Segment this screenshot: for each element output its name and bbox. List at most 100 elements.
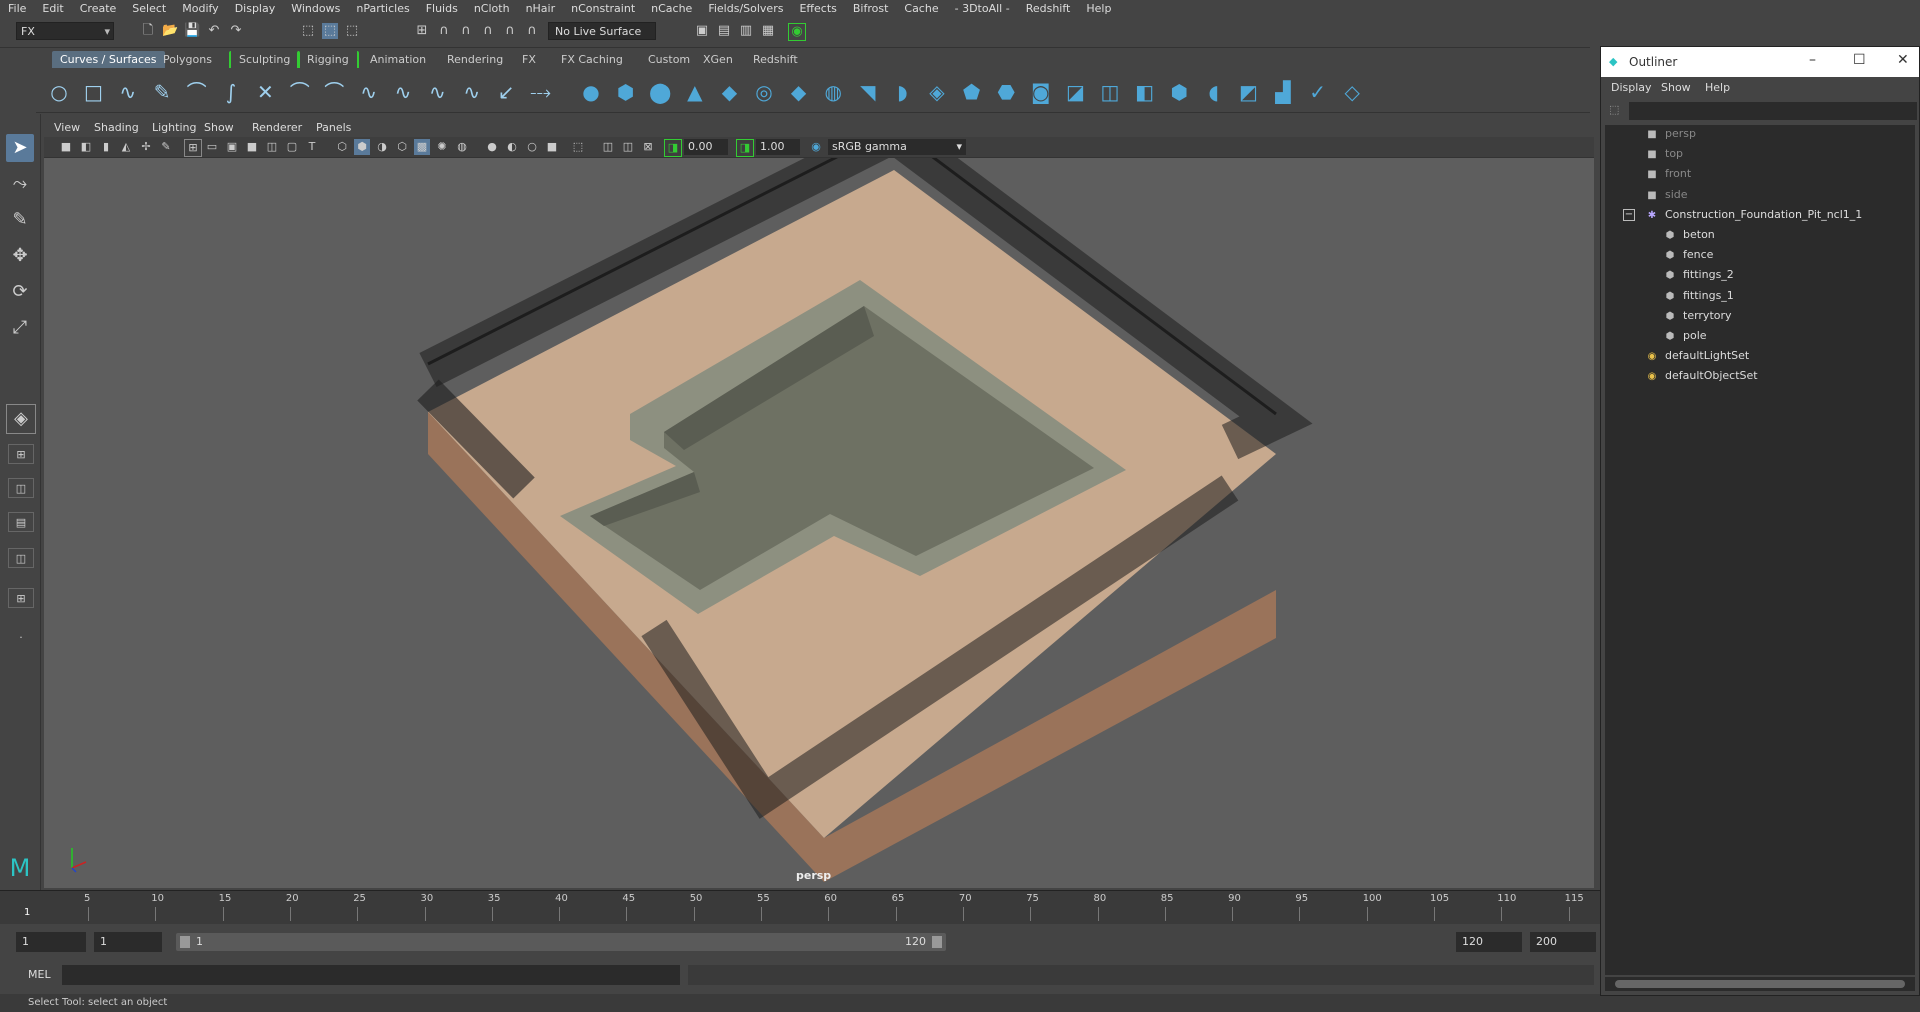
- intersect-icon[interactable]: ◇: [1339, 79, 1365, 105]
- shelf-tab-rigging[interactable]: Rigging: [297, 51, 359, 68]
- outliner-layout-icon[interactable]: ▤: [8, 512, 34, 532]
- outliner-menu-show[interactable]: Show: [1661, 81, 1691, 94]
- shelf-tab-custom[interactable]: Custom: [640, 51, 698, 68]
- exposure-field[interactable]: 0.00: [684, 139, 728, 155]
- bezier-curve-icon[interactable]: ∫: [218, 79, 244, 105]
- boundary-icon[interactable]: ⬣: [993, 79, 1019, 105]
- offset-curve-icon[interactable]: ⤏: [528, 79, 554, 105]
- maximize-icon[interactable]: ☐: [1853, 52, 1866, 68]
- camera-icon[interactable]: ■: [58, 139, 74, 155]
- ep-curve-icon[interactable]: ∿: [115, 79, 141, 105]
- nurbs-cylinder-icon[interactable]: ⬤: [647, 79, 673, 105]
- playback-end-field[interactable]: 120: [1456, 932, 1522, 952]
- detach-curve-icon[interactable]: ∿: [390, 79, 416, 105]
- nurbs-torus-icon[interactable]: ◎: [751, 79, 777, 105]
- save-scene-icon[interactable]: 💾: [184, 23, 200, 39]
- project-curve-icon[interactable]: ✓: [1305, 79, 1331, 105]
- trim-icon[interactable]: ◖: [1201, 79, 1227, 105]
- scrollbar-thumb[interactable]: [1615, 980, 1905, 988]
- minimize-icon[interactable]: –: [1809, 52, 1816, 68]
- xray-icon[interactable]: ◫: [600, 139, 616, 155]
- outliner-item[interactable]: ⬢ fittings_1: [1663, 287, 1734, 305]
- planar-icon[interactable]: ◥: [855, 79, 881, 105]
- revolve-icon[interactable]: ◆: [786, 79, 812, 105]
- grid-icon[interactable]: ⊞: [184, 139, 202, 157]
- smooth-shade-icon[interactable]: ⬢: [354, 139, 370, 155]
- two-point-arc-icon[interactable]: ⌒: [287, 79, 313, 105]
- close-icon[interactable]: ✕: [1897, 52, 1909, 68]
- panel-menu-show[interactable]: Show: [204, 121, 234, 134]
- arc-curve-icon[interactable]: ✕: [252, 79, 278, 105]
- outliner-item[interactable]: ⬢ fittings_2: [1663, 266, 1734, 284]
- playback-start-field[interactable]: 1: [94, 932, 162, 952]
- square-curve-icon[interactable]: □: [80, 79, 106, 105]
- panel-menu-panels[interactable]: Panels: [316, 121, 351, 134]
- safe-title-icon[interactable]: T: [304, 139, 320, 155]
- exposure-toggle-icon[interactable]: ◨: [664, 139, 682, 157]
- live-surface-field[interactable]: No Live Surface: [548, 22, 656, 40]
- outliner-titlebar[interactable]: ◆ Outliner – ☐ ✕: [1601, 47, 1919, 77]
- safe-action-icon[interactable]: ▢: [284, 139, 300, 155]
- filter-icon[interactable]: ⬚: [1609, 103, 1619, 116]
- shelf-tab-xgen[interactable]: XGen: [695, 51, 741, 68]
- image-plane-icon[interactable]: ◭: [118, 139, 134, 155]
- snap-view-icon[interactable]: ∩: [480, 23, 496, 39]
- untrim-icon[interactable]: ◩: [1235, 79, 1261, 105]
- sculpt-surface-icon[interactable]: ▟: [1270, 79, 1296, 105]
- wireframe-on-shaded-icon[interactable]: ⬡: [394, 139, 410, 155]
- pencil-curve-icon[interactable]: ✎: [149, 79, 175, 105]
- screen-space-ao-icon[interactable]: ●: [484, 139, 500, 155]
- mel-label[interactable]: MEL: [28, 968, 51, 981]
- outliner-item[interactable]: ■ persp: [1645, 125, 1696, 143]
- menu-ncache[interactable]: nCache: [643, 2, 700, 15]
- render-settings-icon[interactable]: ▣: [694, 23, 710, 39]
- shelf-tab-polygons[interactable]: Polygons: [155, 51, 220, 68]
- xray-components-icon[interactable]: ⊠: [640, 139, 656, 155]
- reverse-curve-icon[interactable]: ∿: [459, 79, 485, 105]
- ipr-render-icon[interactable]: ▥: [738, 23, 754, 39]
- curve-tool-icon[interactable]: ⌒: [321, 79, 347, 105]
- anti-aliasing-icon[interactable]: ○: [524, 139, 540, 155]
- rotate-tool-icon[interactable]: ⟳: [6, 278, 34, 306]
- viewport-persp[interactable]: persp: [44, 158, 1594, 888]
- panel-menu-renderer[interactable]: Renderer: [252, 121, 302, 134]
- select-object-icon[interactable]: ⬚: [322, 23, 338, 39]
- insert-isoparm-icon[interactable]: ◪: [1062, 79, 1088, 105]
- panel-menu-shading[interactable]: Shading: [94, 121, 139, 134]
- extrude-icon[interactable]: ◗: [889, 79, 915, 105]
- extend-curve-icon[interactable]: ↙: [493, 79, 519, 105]
- menu-fluids[interactable]: Fluids: [418, 2, 466, 15]
- menu-cache[interactable]: Cache: [896, 2, 946, 15]
- shelf-tab-fx[interactable]: FX: [514, 51, 544, 68]
- paint-select-icon[interactable]: ✎: [6, 206, 34, 234]
- menu-create[interactable]: Create: [72, 2, 125, 15]
- menu-fields-solvers[interactable]: Fields/Solvers: [700, 2, 791, 15]
- menu-bifrost[interactable]: Bifrost: [845, 2, 897, 15]
- depth-of-field-icon[interactable]: ■: [544, 139, 560, 155]
- range-end-handle[interactable]: [932, 936, 942, 948]
- range-start-handle[interactable]: [180, 936, 190, 948]
- xray-joints-icon[interactable]: ◫: [620, 139, 636, 155]
- shelf-tab-animation[interactable]: Animation: [362, 51, 434, 68]
- rebuild-curve-icon[interactable]: ∿: [424, 79, 450, 105]
- field-chart-icon[interactable]: ◫: [264, 139, 280, 155]
- menu-redshift[interactable]: Redshift: [1018, 2, 1079, 15]
- shelf-tab-curves-surfaces[interactable]: Curves / Surfaces: [52, 51, 165, 68]
- scale-tool-icon[interactable]: ⤢: [6, 314, 34, 342]
- render-view-icon[interactable]: ▦: [760, 23, 776, 39]
- lasso-tool-icon[interactable]: ⤳: [6, 170, 34, 198]
- nurbs-cube-icon[interactable]: ⬢: [613, 79, 639, 105]
- single-pane-layout-icon[interactable]: ◈: [6, 404, 36, 434]
- nurbs-cone-icon[interactable]: ▲: [682, 79, 708, 105]
- loft-icon[interactable]: ◍: [820, 79, 846, 105]
- graph-layout-icon[interactable]: ◫: [8, 548, 34, 568]
- move-tool-icon[interactable]: ✥: [6, 242, 34, 270]
- snap-surface-icon[interactable]: ∩: [502, 23, 518, 39]
- outliner-menu-display[interactable]: Display: [1611, 81, 1652, 94]
- isolate-select-icon[interactable]: ⬚: [570, 139, 586, 155]
- render-frame-icon[interactable]: ▤: [716, 23, 732, 39]
- menu-file[interactable]: File: [0, 2, 34, 15]
- gamma-field[interactable]: 1.00: [756, 139, 800, 155]
- menu-nparticles[interactable]: nParticles: [348, 2, 417, 15]
- end-time-field[interactable]: 200: [1530, 932, 1596, 952]
